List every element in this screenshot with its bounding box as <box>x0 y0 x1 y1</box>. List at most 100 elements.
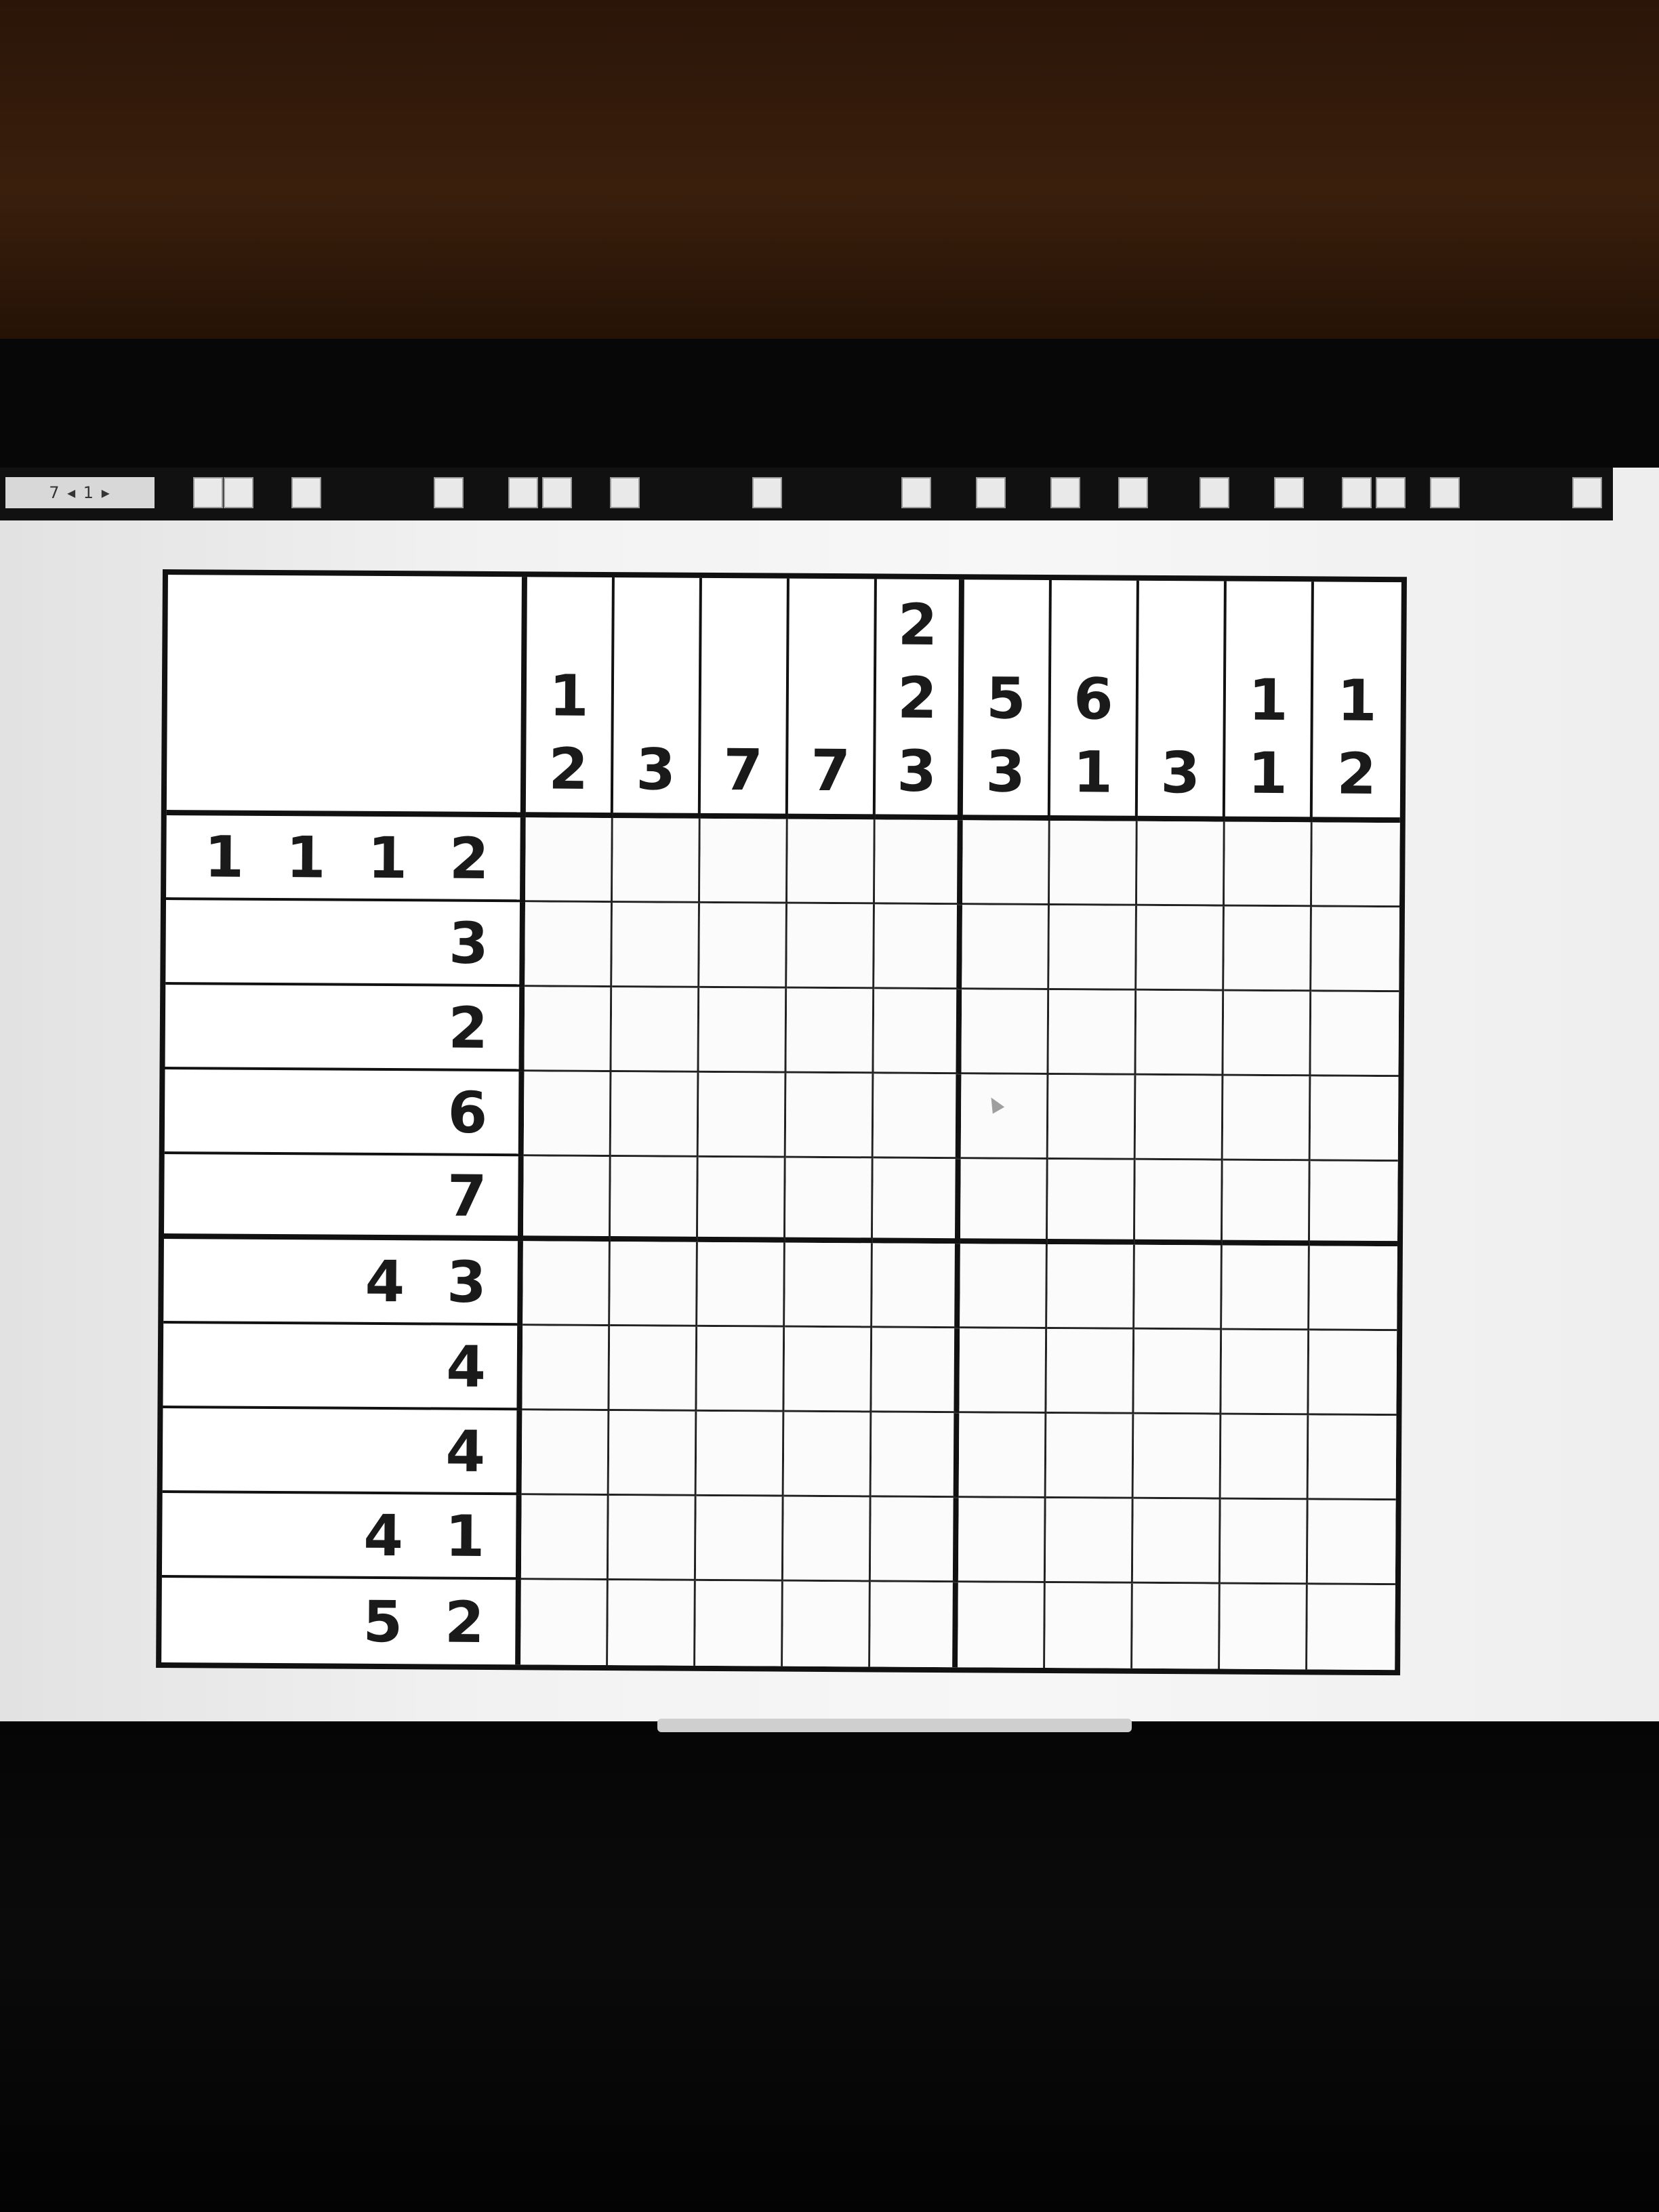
tool-icon[interactable] <box>1342 477 1372 508</box>
grid-cell[interactable] <box>1134 1244 1223 1330</box>
grid-cell[interactable] <box>609 1411 697 1496</box>
grid-cell[interactable] <box>1135 1075 1224 1161</box>
grid-cell[interactable] <box>783 1496 872 1582</box>
grid-cell[interactable] <box>1224 821 1313 907</box>
grid-cell[interactable] <box>1134 1160 1223 1246</box>
grid-cell[interactable] <box>610 1157 699 1242</box>
grid-cell[interactable] <box>697 1242 785 1328</box>
grid-cell[interactable] <box>1049 905 1137 991</box>
grid-cell[interactable] <box>1220 1499 1309 1585</box>
grid-cell[interactable] <box>521 1410 610 1496</box>
tool-icon[interactable] <box>610 477 640 508</box>
grid-cell[interactable] <box>960 1244 1048 1329</box>
grid-cell[interactable] <box>1136 990 1225 1076</box>
grid-cell[interactable] <box>958 1498 1046 1583</box>
tool-icon[interactable] <box>542 477 572 508</box>
grid-cell[interactable] <box>611 987 700 1073</box>
grid-cell[interactable] <box>1222 1245 1310 1331</box>
grid-cell[interactable] <box>785 1158 874 1244</box>
grid-cell[interactable] <box>960 1159 1048 1244</box>
tool-icon[interactable] <box>291 477 321 508</box>
tool-icon[interactable] <box>901 477 931 508</box>
grid-cell[interactable] <box>1222 1160 1311 1246</box>
grid-cell[interactable] <box>1309 1330 1397 1416</box>
grid-cell[interactable] <box>523 1156 611 1242</box>
grid-cell[interactable] <box>696 1411 785 1497</box>
tool-icon[interactable] <box>1430 477 1460 508</box>
grid-cell[interactable] <box>958 1413 1047 1498</box>
grid-cell[interactable] <box>1046 1413 1134 1499</box>
grid-cell[interactable] <box>699 987 787 1073</box>
grid-cell[interactable] <box>1046 1328 1135 1414</box>
grid-cell[interactable] <box>697 1157 786 1243</box>
grid-cell[interactable] <box>695 1580 783 1666</box>
grid-cell[interactable] <box>786 988 875 1074</box>
grid-cell[interactable] <box>1308 1415 1397 1501</box>
grid-cell[interactable] <box>1047 1244 1135 1330</box>
tool-icon[interactable] <box>224 477 253 508</box>
grid-cell[interactable] <box>1307 1584 1395 1671</box>
grid-cell[interactable] <box>1132 1498 1221 1584</box>
grid-cell[interactable] <box>785 1073 874 1159</box>
grid-cell[interactable] <box>1134 1329 1223 1415</box>
tool-icon[interactable] <box>976 477 1006 508</box>
grid-cell[interactable] <box>1045 1498 1134 1584</box>
grid-cell[interactable] <box>871 1412 960 1498</box>
grid-cell[interactable] <box>1311 822 1400 908</box>
grid-cell[interactable] <box>612 903 701 988</box>
tool-icon[interactable] <box>1200 477 1229 508</box>
grid-cell[interactable] <box>872 1243 960 1329</box>
grid-cell[interactable] <box>787 819 876 905</box>
grid-cell[interactable] <box>1310 1076 1399 1162</box>
grid-cell[interactable] <box>1220 1584 1308 1670</box>
grid-cell[interactable] <box>962 905 1050 991</box>
grid-cell[interactable] <box>870 1582 958 1668</box>
grid-cell[interactable] <box>872 1328 960 1414</box>
grid-cell[interactable] <box>523 1241 611 1327</box>
grid-cell[interactable] <box>1311 907 1399 993</box>
grid-cell[interactable] <box>608 1496 697 1581</box>
tool-icon[interactable] <box>1376 477 1406 508</box>
tool-icon[interactable] <box>508 477 538 508</box>
grid-cell[interactable] <box>1049 821 1138 906</box>
grid-cell[interactable] <box>525 817 613 903</box>
tool-icon[interactable] <box>1572 477 1602 508</box>
grid-cell[interactable] <box>1132 1583 1221 1669</box>
grid-cell[interactable] <box>872 1158 961 1244</box>
grid-cell[interactable] <box>525 902 613 988</box>
grid-cell[interactable] <box>609 1326 698 1412</box>
grid-cell[interactable] <box>961 989 1050 1076</box>
grid-cell[interactable] <box>783 1412 872 1498</box>
grid-cell[interactable] <box>700 818 788 904</box>
grid-cell[interactable] <box>785 1242 873 1328</box>
tool-icon[interactable] <box>193 477 223 508</box>
grid-cell[interactable] <box>610 1242 698 1327</box>
grid-cell[interactable] <box>783 1581 871 1667</box>
grid-cell[interactable] <box>613 818 701 903</box>
grid-cell[interactable] <box>962 820 1050 906</box>
grid-cell[interactable] <box>524 987 613 1073</box>
grid-cell[interactable] <box>523 1071 612 1158</box>
grid-cell[interactable] <box>608 1580 696 1666</box>
grid-cell[interactable] <box>1133 1414 1222 1500</box>
grid-cell[interactable] <box>1309 1246 1397 1332</box>
tool-icon[interactable] <box>434 477 464 508</box>
grid-cell[interactable] <box>1136 905 1225 991</box>
grid-cell[interactable] <box>520 1495 609 1581</box>
grid-cell[interactable] <box>1224 906 1312 992</box>
grid-cell[interactable] <box>874 904 962 990</box>
grid-cell[interactable] <box>1047 1159 1136 1245</box>
grid-cell[interactable] <box>959 1328 1048 1414</box>
grid-cell[interactable] <box>784 1327 873 1413</box>
grid-cell[interactable] <box>1311 991 1399 1078</box>
grid-cell[interactable] <box>520 1580 609 1666</box>
grid-cell[interactable] <box>1309 1161 1398 1247</box>
grid-cell[interactable] <box>870 1497 959 1583</box>
tool-icon[interactable] <box>752 477 782 508</box>
grid-cell[interactable] <box>697 1326 785 1412</box>
grid-cell[interactable] <box>873 1073 962 1160</box>
grid-cell[interactable] <box>874 989 962 1075</box>
grid-cell[interactable] <box>695 1496 784 1582</box>
grid-cell[interactable] <box>1223 1076 1311 1162</box>
grid-cell[interactable] <box>1048 990 1137 1076</box>
